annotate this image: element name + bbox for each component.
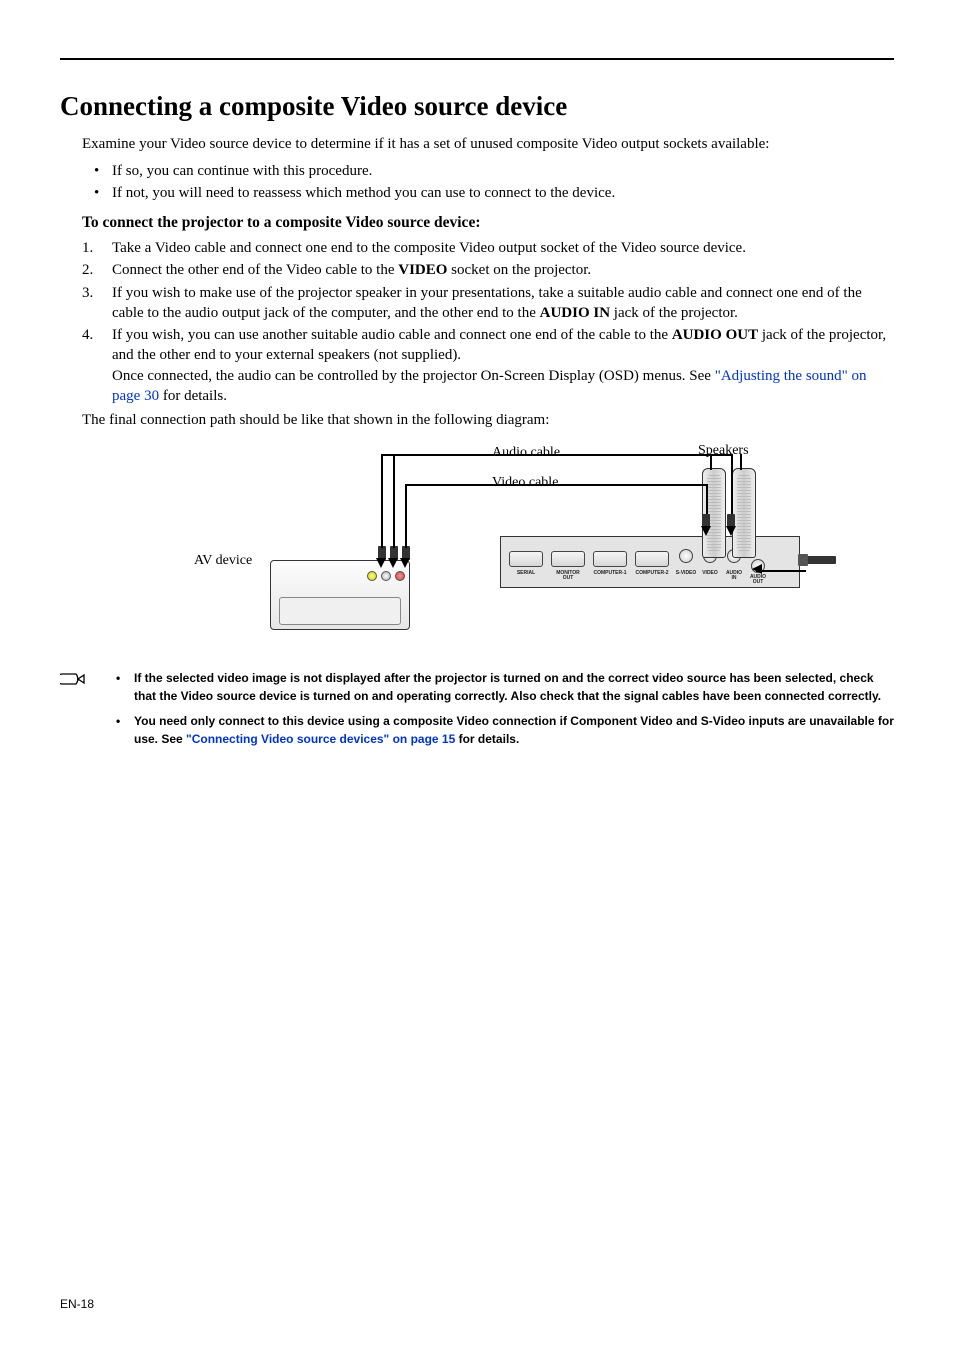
step-item: If you wish, you can use another suitabl… (82, 325, 894, 406)
port-label-audio-out: AUDIO OUT (745, 575, 771, 585)
port-label-monitor-out: MONITOR OUT (551, 571, 585, 581)
step-text: If you wish, you can use another suitabl… (112, 327, 672, 343)
section-heading: Connecting a composite Video source devi… (60, 88, 894, 124)
step-text: If you wish to make use of the projector… (112, 285, 862, 321)
step-item: If you wish to make use of the projector… (82, 283, 894, 324)
procedure-steps: Take a Video cable and connect one end t… (82, 238, 894, 406)
cross-reference-link[interactable]: "Connecting Video source devices" on pag… (186, 732, 455, 746)
page-number: EN-18 (60, 1296, 94, 1312)
step-bold-term: VIDEO (398, 262, 447, 278)
audio-out-cable-graphic (806, 556, 836, 564)
diagram-label-av-device: AV device (194, 552, 252, 571)
port-label-computer2: COMPUTER-2 (635, 571, 669, 576)
top-horizontal-rule (60, 58, 894, 60)
step-item: Connect the other end of the Video cable… (82, 260, 894, 280)
step-bold-term: AUDIO IN (540, 305, 610, 321)
port-label-computer1: COMPUTER-1 (593, 571, 627, 576)
step-text: jack of the projector. (610, 305, 738, 321)
intro-bullet-item: If so, you can continue with this proced… (82, 161, 894, 181)
procedure-subheading: To connect the projector to a composite … (82, 213, 894, 234)
note-pointer-icon (60, 670, 86, 688)
note-block: If the selected video image is not displ… (60, 670, 894, 748)
intro-bullet-item: If not, you will need to reassess which … (82, 183, 894, 203)
step-text: Connect the other end of the Video cable… (112, 262, 398, 278)
note-text: for details. (455, 732, 519, 746)
av-device-graphic (270, 560, 410, 630)
step-item: Take a Video cable and connect one end t… (82, 238, 894, 258)
port-label-audio-in: AUDIO IN (721, 571, 747, 581)
intro-bullet-list: If so, you can continue with this proced… (82, 161, 894, 204)
step-text: for details. (159, 388, 227, 404)
port-label-video: VIDEO (697, 571, 723, 576)
connection-diagram: Audio cable Video cable Speakers AV devi… (182, 442, 772, 652)
port-label-svideo: S-VIDEO (673, 571, 699, 576)
step-text: socket on the projector. (447, 262, 591, 278)
step-bold-term: AUDIO OUT (672, 327, 758, 343)
note-item: If the selected video image is not displ… (116, 670, 894, 705)
step-text: Once connected, the audio can be control… (112, 368, 715, 384)
intro-paragraph: Examine your Video source device to dete… (82, 134, 894, 154)
note-item: You need only connect to this device usi… (116, 713, 894, 748)
speaker-graphic (732, 468, 756, 558)
port-label-serial: SERIAL (509, 571, 543, 576)
final-line: The final connection path should be like… (82, 410, 894, 430)
